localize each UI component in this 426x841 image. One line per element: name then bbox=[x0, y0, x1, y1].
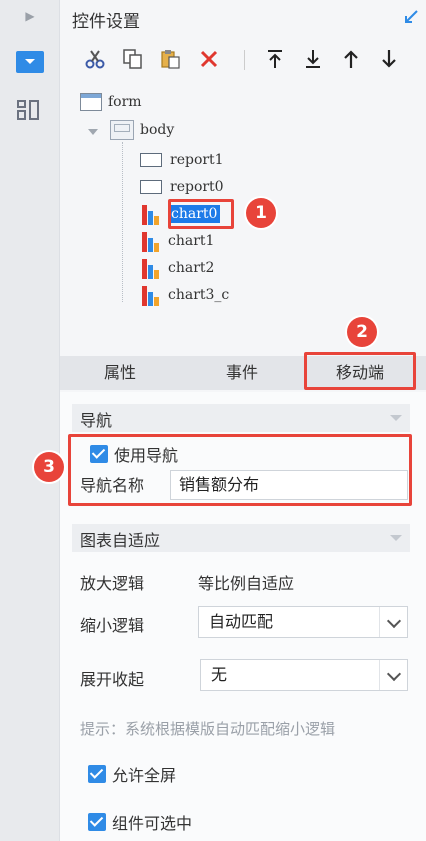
tree-node-label: body bbox=[140, 122, 175, 138]
select-value: 无 bbox=[211, 665, 228, 684]
move-up-icon[interactable] bbox=[338, 46, 364, 72]
callout-box-2 bbox=[304, 352, 416, 390]
move-to-bottom-icon[interactable] bbox=[300, 46, 326, 72]
expand-arrow-icon[interactable]: ▶ bbox=[22, 8, 38, 24]
form-icon bbox=[80, 93, 102, 111]
callout-box-3 bbox=[68, 434, 412, 506]
callout-badge-1: 1 bbox=[246, 198, 276, 228]
chevron-down-icon[interactable] bbox=[379, 607, 407, 637]
tree-node-label: chart3_c bbox=[168, 287, 230, 303]
checkbox-label: 允许全屏 bbox=[112, 766, 177, 785]
cut-icon[interactable] bbox=[82, 46, 108, 72]
expand-label: 展开收起 bbox=[80, 670, 145, 689]
panel-header: 控件设置 bbox=[60, 0, 426, 38]
collapse-caret-icon[interactable] bbox=[88, 129, 98, 135]
chart-icon bbox=[142, 257, 162, 279]
delete-icon[interactable] bbox=[196, 46, 222, 72]
checkbox-label: 组件可选中 bbox=[112, 814, 193, 833]
report-icon bbox=[140, 153, 162, 167]
tab-properties[interactable]: 属性 bbox=[60, 356, 180, 390]
layout-rail-icon[interactable] bbox=[17, 100, 41, 120]
tree-node-report0[interactable]: report0 bbox=[140, 175, 224, 199]
collapse-triangle-icon bbox=[390, 415, 402, 421]
toolbar-divider bbox=[244, 50, 245, 70]
report-icon bbox=[140, 180, 162, 194]
left-rail: ▶ bbox=[0, 0, 60, 841]
paste-icon[interactable] bbox=[158, 46, 184, 72]
tree-node-label: form bbox=[108, 94, 142, 110]
zoom-out-select[interactable]: 自动匹配 bbox=[198, 606, 408, 638]
tree-node-chart1[interactable]: chart1 bbox=[142, 229, 214, 253]
body-icon bbox=[110, 120, 134, 140]
zoom-in-value: 等比例自适应 bbox=[198, 574, 295, 593]
tree-node-form[interactable]: form bbox=[80, 90, 142, 114]
allow-fullscreen-row[interactable]: 允许全屏 bbox=[88, 762, 176, 786]
tree-node-label: chart1 bbox=[168, 233, 215, 249]
move-to-top-icon[interactable] bbox=[262, 46, 288, 72]
callout-box-1 bbox=[168, 199, 234, 229]
collapse-panel-icon[interactable] bbox=[402, 8, 420, 26]
chevron-down-icon[interactable] bbox=[379, 660, 407, 690]
selectable-row[interactable]: 组件可选中 bbox=[88, 810, 192, 834]
collapse-triangle-icon bbox=[390, 535, 402, 541]
section-title: 导航 bbox=[80, 411, 113, 430]
widget-tree: form body report1 report0 chart0 chart1 bbox=[74, 86, 414, 316]
select-value: 自动匹配 bbox=[209, 612, 274, 631]
adaptive-section-header[interactable]: 图表自适应 bbox=[72, 524, 410, 552]
widget-settings-rail-icon[interactable] bbox=[16, 51, 44, 73]
panel-title: 控件设置 bbox=[72, 12, 140, 32]
nav-section-header[interactable]: 导航 bbox=[72, 404, 410, 432]
chart-icon bbox=[142, 203, 162, 225]
zoom-in-label: 放大逻辑 bbox=[80, 574, 145, 593]
tree-guide-line bbox=[122, 142, 123, 302]
widget-settings-panel: 控件设置 form body report1 report0 chart0 ch… bbox=[60, 0, 426, 841]
hint-text: 提示：系统根据模版自动匹配缩小逻辑 bbox=[80, 720, 336, 738]
copy-icon[interactable] bbox=[120, 46, 146, 72]
tab-events[interactable]: 事件 bbox=[182, 356, 302, 390]
allow-fullscreen-checkbox[interactable] bbox=[88, 765, 106, 783]
selectable-checkbox[interactable] bbox=[88, 813, 106, 831]
zoom-out-label: 缩小逻辑 bbox=[80, 616, 145, 635]
expand-select[interactable]: 无 bbox=[200, 659, 408, 691]
mobile-settings-content: 导航 使用导航 导航名称 销售额分布 图表自适应 放大逻辑 等比例自适应 缩小逻… bbox=[60, 392, 426, 841]
tree-node-chart2[interactable]: chart2 bbox=[142, 256, 214, 280]
tree-node-label: report1 bbox=[170, 152, 224, 168]
tree-node-label: chart2 bbox=[168, 260, 215, 276]
callout-badge-3: 3 bbox=[34, 452, 64, 482]
chart-icon bbox=[142, 284, 162, 306]
tree-node-report1[interactable]: report1 bbox=[140, 148, 224, 172]
move-down-icon[interactable] bbox=[376, 46, 402, 72]
tree-node-body[interactable]: body bbox=[110, 118, 174, 142]
chart-icon bbox=[142, 230, 162, 252]
tree-node-chart3-c[interactable]: chart3_c bbox=[142, 283, 229, 307]
callout-badge-2: 2 bbox=[347, 317, 377, 347]
tree-node-label: report0 bbox=[170, 179, 224, 195]
section-title: 图表自适应 bbox=[80, 531, 161, 550]
widget-toolbar bbox=[72, 42, 417, 78]
